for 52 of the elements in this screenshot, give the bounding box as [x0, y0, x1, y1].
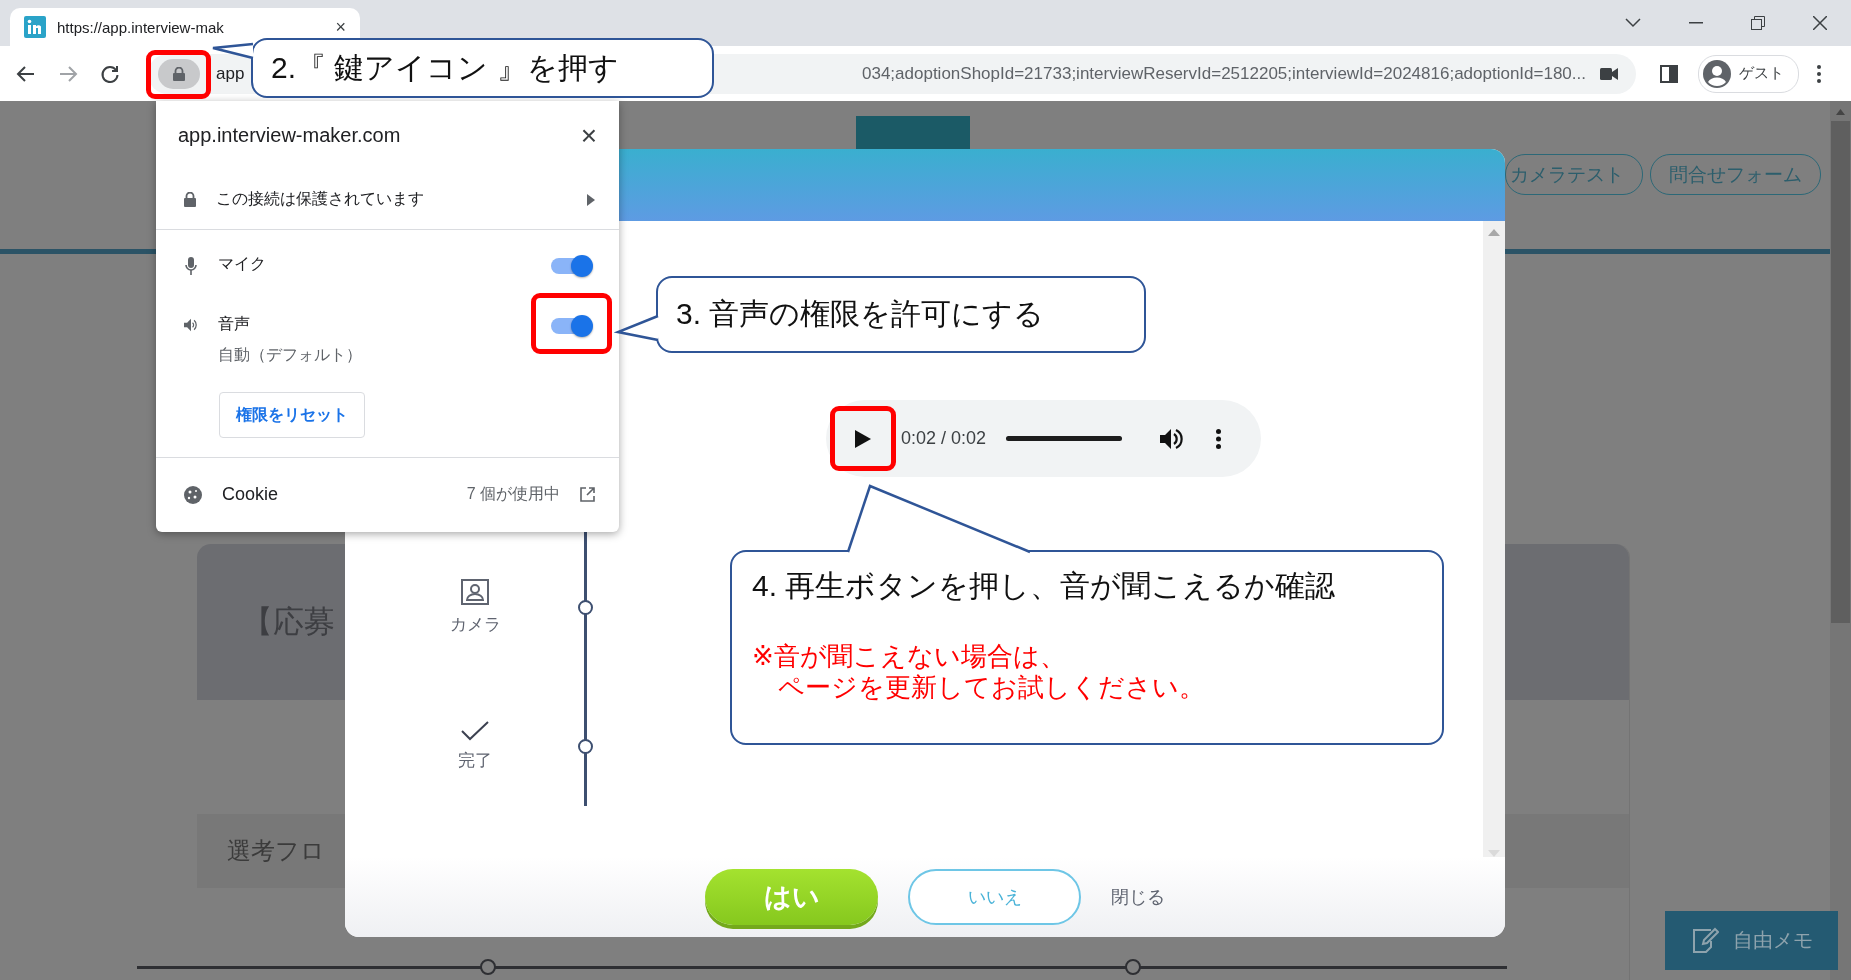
- play-icon[interactable]: [855, 429, 871, 448]
- tab-title: https://app.interview-mak: [57, 18, 225, 36]
- callout-note: ページを更新してお試しください。: [777, 672, 1206, 704]
- url-text: 034;adoptionShopId=21733;interviewReservId=2512205;interviewId=2024816;adoptionId=180...: [862, 63, 1586, 84]
- scroll-up-icon: [1836, 109, 1845, 115]
- toggle-switch[interactable]: [549, 253, 593, 279]
- url-host: app: [216, 63, 245, 84]
- scrollbar-thumb[interactable]: [1831, 121, 1850, 623]
- video-camera-icon[interactable]: [1600, 67, 1618, 80]
- connection-item[interactable]: この接続は保護されています: [156, 170, 619, 229]
- callout-text: 4. 再生ボタンを押し、音が聞こえるか確認: [752, 568, 1337, 604]
- highlight-frame: [830, 406, 896, 471]
- permission-label: 音声: [218, 314, 251, 334]
- reload-icon[interactable]: [100, 63, 120, 84]
- site-info-button[interactable]: [158, 58, 200, 89]
- back-arrow-icon[interactable]: [16, 63, 36, 84]
- lock-icon: [173, 66, 185, 81]
- site-logo-icon: [24, 16, 46, 38]
- step-label: カメラ: [449, 613, 501, 636]
- site-host: app.interview-maker.com: [178, 124, 402, 147]
- permission-label: マイク: [218, 254, 267, 274]
- callout-text: 3. 音声の権限を許可にする: [676, 296, 1046, 332]
- minimize-icon[interactable]: [1689, 22, 1703, 24]
- external-link-icon: [580, 487, 595, 502]
- permission-detail: 自動（デフォルト）: [218, 345, 363, 365]
- restore-icon[interactable]: [1751, 16, 1765, 30]
- scroll-up-icon: [1488, 229, 1500, 236]
- microphone-icon: [185, 257, 197, 275]
- speaker-icon: [184, 317, 198, 333]
- lock-icon: [184, 192, 196, 207]
- cookie-icon: [184, 485, 202, 504]
- profile-button[interactable]: ゲスト: [1698, 54, 1799, 93]
- avatar-icon: [1703, 59, 1731, 88]
- callout-note: ※音が聞こえない場合は、: [752, 641, 1067, 673]
- side-panel-icon[interactable]: [1660, 64, 1678, 83]
- volume-icon[interactable]: [1160, 427, 1185, 450]
- cookie-item[interactable]: Cookie 7 個が使用中: [156, 458, 619, 531]
- portrait-icon: [461, 578, 489, 605]
- check-icon: [461, 720, 489, 741]
- chevron-down-icon[interactable]: [1625, 18, 1641, 28]
- toggle-switch[interactable]: [549, 313, 593, 339]
- caret-right-icon: [587, 193, 595, 206]
- more-menu-icon[interactable]: [1817, 64, 1821, 83]
- reset-permissions-button[interactable]: 権限をリセット: [219, 392, 365, 438]
- step-label: 完了: [458, 749, 492, 772]
- highlight-frame: [146, 50, 211, 99]
- more-options-icon[interactable]: [1216, 428, 1222, 449]
- close-button[interactable]: ×: [580, 121, 597, 150]
- close-icon[interactable]: [1813, 16, 1827, 30]
- note-edit-icon: [1690, 926, 1719, 955]
- time-display: 0:02 / 0:02: [901, 428, 987, 449]
- tab-close-button[interactable]: ×: [335, 16, 346, 38]
